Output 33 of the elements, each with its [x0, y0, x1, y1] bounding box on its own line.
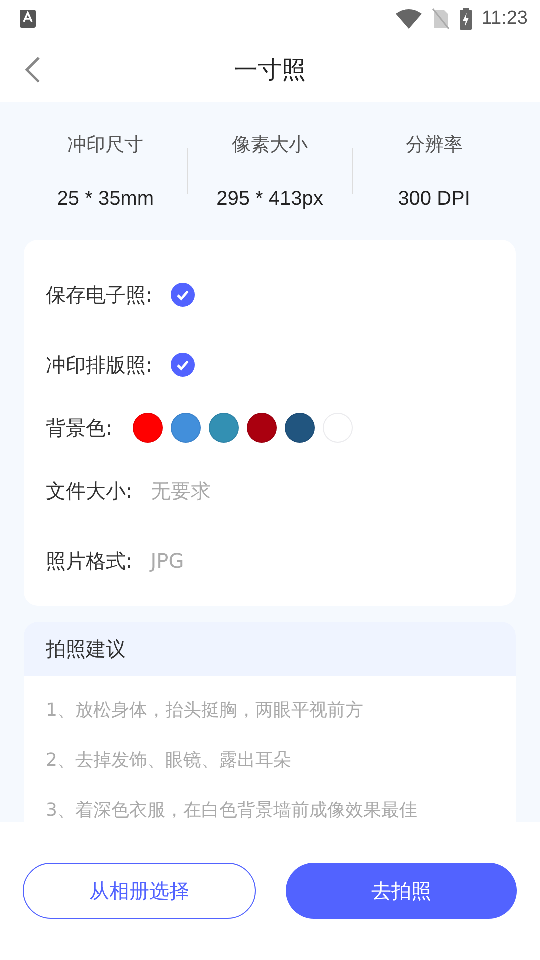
- album-button[interactable]: 从相册选择: [23, 863, 256, 919]
- option-label: 文件大小:: [46, 478, 133, 504]
- back-icon[interactable]: [25, 56, 41, 84]
- option-value: JPG: [150, 549, 184, 573]
- keyboard-icon: [20, 10, 36, 28]
- battery-charging-icon: [460, 8, 472, 30]
- option-label: 冲印排版照:: [46, 352, 153, 378]
- spec-label: 像素大小: [232, 132, 308, 158]
- page-title: 一寸照: [234, 55, 306, 86]
- tip-text: 2、去掉发饰、眼镜、露出耳朵: [46, 749, 292, 772]
- tip-text: 1、放松身体，抬头挺胸，两眼平视前方: [46, 699, 364, 722]
- status-time: 11:23: [482, 8, 528, 30]
- spec-value: 25 * 35mm: [57, 188, 154, 210]
- option-value: 无要求: [150, 478, 211, 504]
- option-label: 背景色:: [46, 414, 113, 442]
- wifi-icon: [396, 9, 422, 29]
- color-swatch[interactable]: [246, 413, 277, 443]
- color-swatch[interactable]: [208, 413, 239, 443]
- spec-value: 295 * 413px: [216, 188, 324, 210]
- checkbox[interactable]: [170, 283, 195, 307]
- color-swatch[interactable]: [132, 413, 163, 443]
- option-label: 保存电子照:: [46, 282, 153, 308]
- no-sim-icon: [432, 8, 450, 30]
- take-photo-button[interactable]: 去拍照: [286, 863, 517, 919]
- spec-value: 300 DPI: [398, 188, 470, 210]
- tip-text: 3、着深色衣服，在白色背景墙前成像效果最佳: [46, 799, 418, 822]
- tips-header: 拍照建议: [24, 622, 516, 676]
- color-swatch[interactable]: [284, 413, 315, 443]
- color-swatch[interactable]: [170, 413, 201, 443]
- option-label: 照片格式:: [46, 548, 133, 574]
- checkbox[interactable]: [170, 353, 195, 377]
- spec-label: 冲印尺寸: [68, 132, 144, 158]
- spec-label: 分辨率: [406, 132, 463, 158]
